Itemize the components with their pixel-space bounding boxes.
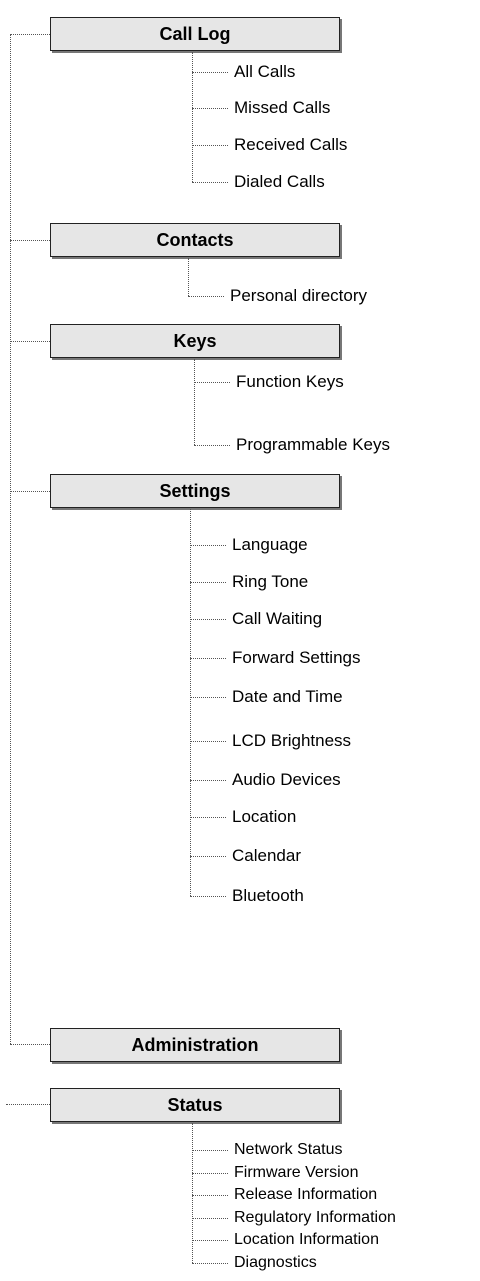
call-log-item-connector [192,72,228,73]
status-item-connector [192,1150,228,1151]
keys-item-connector [194,445,230,446]
status-item: Diagnostics [234,1253,317,1271]
settings-item-connector [190,856,226,857]
status-item-connector [192,1172,228,1174]
settings-connector [10,491,50,492]
settings-item-connector [190,545,226,546]
settings-branch [190,509,191,896]
status-branch [192,1123,193,1263]
settings-item-connector [190,896,226,897]
settings-item: Date and Time [232,687,343,706]
settings-item: Forward Settings [232,648,361,667]
settings-item-connector [190,697,226,698]
status-title: Status [167,1094,223,1115]
settings-box: Settings [50,474,340,508]
settings-item-connector [190,741,226,742]
settings-title: Settings [159,480,231,501]
main-trunk-line [10,34,11,1044]
call-log-connector [10,34,50,35]
keys-item-connector [194,382,230,383]
contacts-title: Contacts [156,229,234,250]
settings-item-connector [190,658,226,659]
call-log-item: Received Calls [234,135,348,154]
status-item: Release Information [234,1186,378,1203]
status-item: Location Information [234,1231,379,1248]
call-log-title: Call Log [159,23,231,44]
settings-item: Ring Tone [232,572,309,591]
call-log-item-connector [192,108,228,109]
call-log-item: Missed Calls [234,98,331,117]
contacts-item-connector [188,296,224,297]
administration-box: Administration [50,1028,340,1062]
settings-item: Call Waiting [232,609,323,628]
settings-item: Calendar [232,846,301,865]
contacts-branch [188,258,189,296]
status-item: Regulatory Information [234,1208,396,1226]
administration-connector [10,1044,50,1045]
keys-item: Function Keys [236,372,344,391]
settings-item-connector [190,780,226,781]
keys-box: Keys [50,324,340,358]
status-item-connector [192,1217,228,1219]
call-log-item: All Calls [234,62,296,81]
status-item-connector [192,1240,228,1241]
settings-item-connector [190,817,226,818]
administration-title: Administration [131,1034,259,1055]
keys-item: Programmable Keys [236,435,391,454]
settings-item-connector [190,619,226,620]
status-item-connector [192,1262,228,1264]
keys-title: Keys [173,330,217,351]
settings-item: Bluetooth [232,886,304,905]
call-log-item: Dialed Calls [234,172,325,191]
settings-item-connector [190,582,226,583]
contacts-box: Contacts [50,223,340,257]
call-log-item-connector [192,145,228,146]
status-item: Network Status [234,1141,343,1158]
status-item-connector [192,1195,228,1196]
status-box: Status [50,1088,340,1122]
status-item: Firmware Version [234,1163,359,1181]
call-log-item-connector [192,182,228,183]
keys-branch [194,359,195,445]
settings-item: LCD Brightness [232,731,352,750]
keys-connector [10,341,50,342]
settings-item: Language [232,535,308,554]
call-log-box: Call Log [50,17,340,51]
status-connector [6,1104,50,1105]
settings-item: Audio Devices [232,770,341,789]
settings-item: Location [232,807,297,826]
contacts-connector [10,240,50,241]
contacts-item: Personal directory [230,286,368,305]
